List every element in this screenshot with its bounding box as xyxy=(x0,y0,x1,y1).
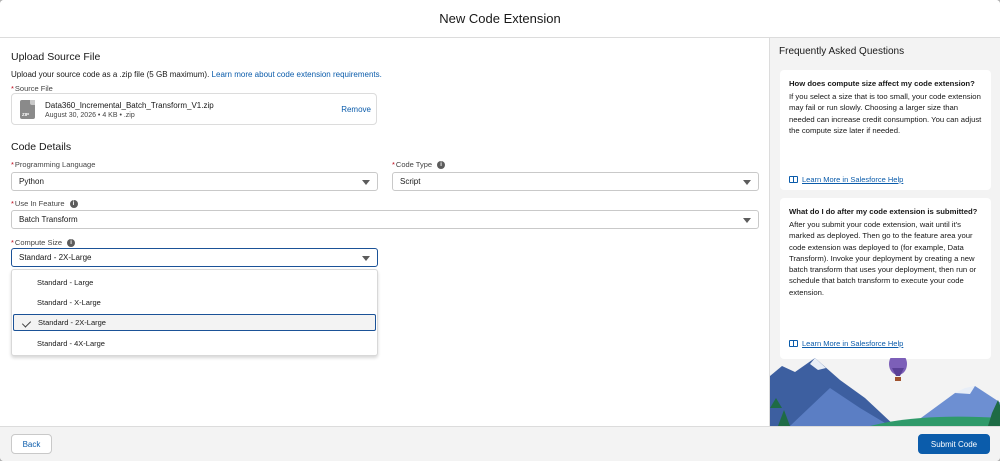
back-button[interactable]: Back xyxy=(11,434,52,454)
remove-file-button[interactable]: Remove xyxy=(341,105,371,114)
info-icon[interactable]: i xyxy=(69,199,78,208)
new-code-extension-modal: New Code Extension Upload Source File Up… xyxy=(0,0,1000,461)
compute-size-dropdown: Standard - Large Standard - X-Large Stan… xyxy=(11,269,378,356)
faq-question: What do I do after my code extension is … xyxy=(789,207,978,216)
code-type-label: * Code Type i xyxy=(392,160,446,169)
option-label: Standard - 4X-Large xyxy=(37,339,105,348)
option-label: Standard - X-Large xyxy=(37,298,101,307)
uploaded-file-card: ZIP Data360_Incremental_Batch_Transform_… xyxy=(11,93,377,125)
compute-size-option[interactable]: Standard - Large xyxy=(12,274,377,291)
file-meta: August 30, 2026 • 4 KB • .zip xyxy=(45,112,135,119)
modal-header: New Code Extension xyxy=(0,0,1000,38)
mountain-illustration xyxy=(770,358,1000,426)
help-link[interactable]: Learn More in Salesforce Help xyxy=(789,175,903,184)
compute-size-option[interactable]: Standard - X-Large xyxy=(12,294,377,311)
requirements-link[interactable]: Learn more about code extension requirem… xyxy=(212,70,382,79)
info-icon[interactable]: i xyxy=(67,238,76,247)
code-type-value: Script xyxy=(400,177,421,186)
programming-language-select[interactable]: Python xyxy=(11,172,378,191)
use-in-feature-label-text: Use In Feature xyxy=(14,199,65,208)
compute-size-option[interactable]: Standard - 4X-Large xyxy=(12,335,377,352)
upload-description-text: Upload your source code as a .zip file (… xyxy=(11,70,210,79)
chevron-down-icon xyxy=(362,256,370,261)
faq-title: Frequently Asked Questions xyxy=(779,46,905,57)
zip-file-icon-text: ZIP xyxy=(22,112,30,117)
use-in-feature-label: * Use In Feature i xyxy=(11,199,78,208)
option-label: Standard - Large xyxy=(37,278,94,287)
compute-size-label: * Compute Size i xyxy=(11,238,76,247)
faq-answer: If you select a size that is too small, … xyxy=(789,92,982,135)
checkmark-icon xyxy=(21,318,32,328)
use-in-feature-value: Batch Transform xyxy=(19,215,78,224)
code-type-select[interactable]: Script xyxy=(392,172,759,191)
programming-language-label-text: Programming Language xyxy=(14,160,96,169)
source-file-label-text: Source File xyxy=(14,84,53,93)
help-link-text: Learn More in Salesforce Help xyxy=(802,339,904,348)
help-link-text: Learn More in Salesforce Help xyxy=(802,175,904,184)
help-link[interactable]: Learn More in Salesforce Help xyxy=(789,339,903,348)
source-file-label: * Source File xyxy=(11,84,53,93)
info-icon[interactable]: i xyxy=(437,160,446,169)
compute-size-option-selected[interactable]: Standard - 2X-Large xyxy=(13,314,376,331)
modal-body: Upload Source File Upload your source co… xyxy=(0,38,1000,426)
programming-language-label: * Programming Language xyxy=(11,160,95,169)
option-label: Standard - 2X-Large xyxy=(38,318,106,327)
chevron-down-icon xyxy=(362,180,370,185)
submit-code-button[interactable]: Submit Code xyxy=(918,434,990,454)
chevron-down-icon xyxy=(743,218,751,223)
upload-description: Upload your source code as a .zip file (… xyxy=(11,70,382,79)
required-marker: * xyxy=(11,160,14,169)
required-marker: * xyxy=(11,238,14,247)
compute-size-value: Standard - 2X-Large xyxy=(19,253,92,262)
programming-language-value: Python xyxy=(19,177,44,186)
code-type-label-text: Code Type xyxy=(395,160,433,169)
modal-footer: Back Submit Code xyxy=(0,426,1000,461)
code-details-heading: Code Details xyxy=(11,141,72,153)
required-marker: * xyxy=(11,84,14,93)
modal-title: New Code Extension xyxy=(439,11,561,26)
form-panel: Upload Source File Upload your source co… xyxy=(0,38,769,426)
use-in-feature-select[interactable]: Batch Transform xyxy=(11,210,759,229)
required-marker: * xyxy=(392,160,395,169)
chevron-down-icon xyxy=(743,180,751,185)
faq-panel: Frequently Asked Questions How does comp… xyxy=(769,38,1000,426)
required-marker: * xyxy=(11,199,14,208)
faq-card: How does compute size affect my code ext… xyxy=(780,70,991,190)
faq-answer: After you submit your code extension, wa… xyxy=(789,220,977,297)
compute-size-select[interactable]: Standard - 2X-Large xyxy=(11,248,378,267)
faq-card: What do I do after my code extension is … xyxy=(780,198,991,359)
upload-section-heading: Upload Source File xyxy=(11,51,101,63)
file-name: Data360_Incremental_Batch_Transform_V1.z… xyxy=(45,101,214,110)
book-icon xyxy=(789,176,798,183)
compute-size-label-text: Compute Size xyxy=(14,238,63,247)
faq-question: How does compute size affect my code ext… xyxy=(789,79,975,88)
book-icon xyxy=(789,340,798,347)
zip-file-icon: ZIP xyxy=(20,100,35,119)
